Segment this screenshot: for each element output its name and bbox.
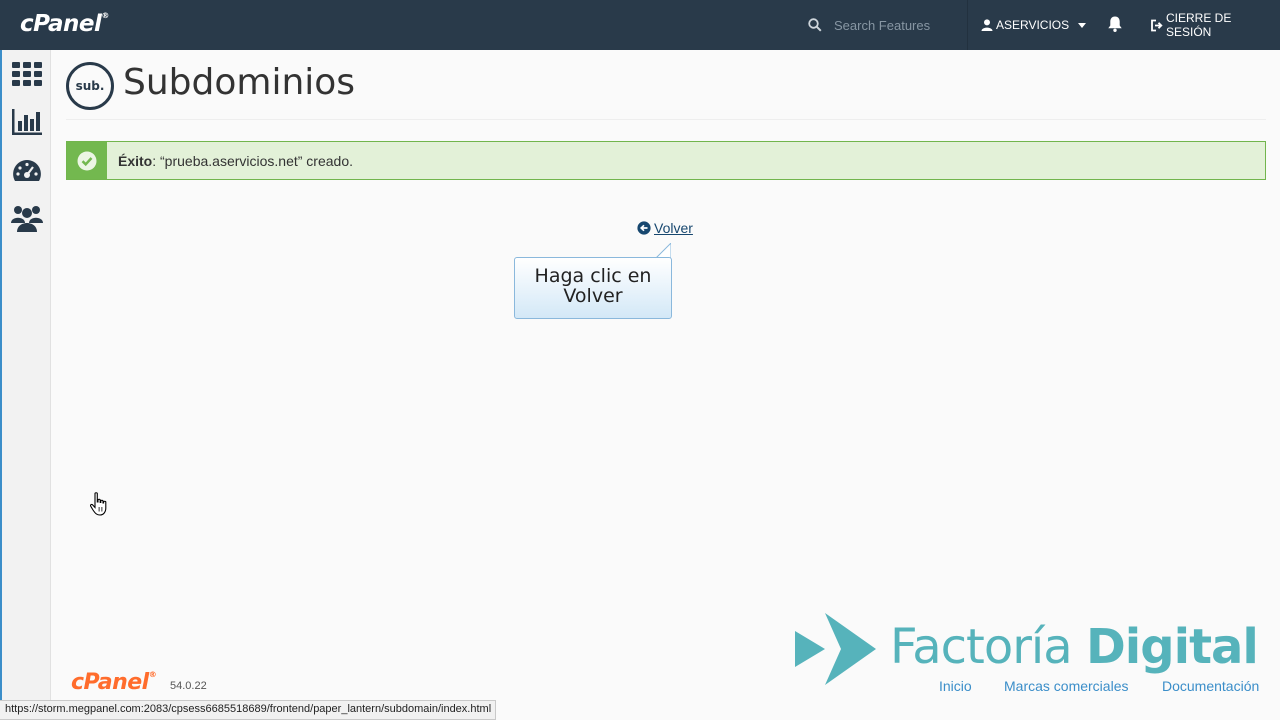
watermark-word-2: Digital xyxy=(1085,619,1259,675)
grid-icon xyxy=(12,62,42,86)
factoria-digital-watermark: Factoría Digital xyxy=(795,613,1259,685)
sidebar-item-stats[interactable] xyxy=(11,106,43,138)
arrow-circle-left-icon xyxy=(637,221,651,235)
dashboard-gauge-icon xyxy=(13,160,41,181)
top-bar: cPanel® ASERVICIOS CIERRE DE SESIÓN xyxy=(0,0,1280,50)
page-title: Subdominios xyxy=(123,62,356,103)
callout-tail xyxy=(656,243,671,258)
user-icon xyxy=(981,19,993,31)
alert-label: Éxito xyxy=(118,152,153,169)
search-input[interactable] xyxy=(834,17,954,33)
cpanel-logo[interactable]: cPanel® xyxy=(20,11,109,37)
footer-link-documentation[interactable]: Documentación xyxy=(1162,678,1259,694)
sidebar xyxy=(0,50,51,720)
footer-logo-text: cPanel xyxy=(71,670,149,695)
page-icon-text: sub. xyxy=(75,79,105,93)
hand-cursor-icon xyxy=(90,492,107,516)
footer-link-home[interactable]: Inicio xyxy=(939,678,972,694)
page-header: sub. Subdominios xyxy=(66,60,1266,120)
users-icon xyxy=(11,206,43,232)
back-link-label: Volver xyxy=(654,220,693,236)
notifications-bell-icon[interactable] xyxy=(1106,15,1124,38)
back-link[interactable]: Volver xyxy=(637,220,693,236)
alert-body: : “prueba.aservicios.net” creado. xyxy=(152,152,353,169)
bar-chart-icon xyxy=(12,109,42,135)
watermark-word-1: Factoría xyxy=(890,619,1073,675)
check-circle-icon xyxy=(77,151,97,170)
chevron-down-icon xyxy=(1078,22,1087,28)
version-label: 54.0.22 xyxy=(170,680,207,692)
subdomains-icon: sub. xyxy=(66,62,114,110)
callout-text: Haga clic en Volver xyxy=(534,265,652,307)
watermark-text: Factoría Digital xyxy=(890,619,1259,675)
logout-icon xyxy=(1151,19,1163,31)
search-box[interactable] xyxy=(808,0,966,50)
success-alert: Éxito: “prueba.aservicios.net” creado. xyxy=(66,141,1266,180)
browser-status-bar: https://storm.megpanel.com:2083/cpsess66… xyxy=(0,700,497,720)
username-label: ASERVICIOS xyxy=(996,18,1070,32)
search-icon xyxy=(808,18,822,32)
alert-message: Éxito: “prueba.aservicios.net” creado. xyxy=(118,153,353,169)
sidebar-item-dashboard[interactable] xyxy=(11,155,43,187)
tutorial-callout: Haga clic en Volver xyxy=(514,257,672,319)
sidebar-item-home[interactable] xyxy=(11,58,43,90)
user-menu-dropdown[interactable]: ASERVICIOS xyxy=(967,0,1095,50)
sidebar-item-users[interactable] xyxy=(11,202,43,234)
alert-icon-container xyxy=(67,142,107,179)
logo-text: cPanel xyxy=(20,11,102,37)
logout-label: CIERRE DE SESIÓN xyxy=(1166,11,1232,39)
logout-button[interactable]: CIERRE DE SESIÓN xyxy=(1150,0,1280,50)
factoria-digital-logo-icon xyxy=(795,613,876,685)
footer-link-trademarks[interactable]: Marcas comerciales xyxy=(1004,678,1128,694)
footer-cpanel-logo: cPanel® xyxy=(71,670,157,695)
